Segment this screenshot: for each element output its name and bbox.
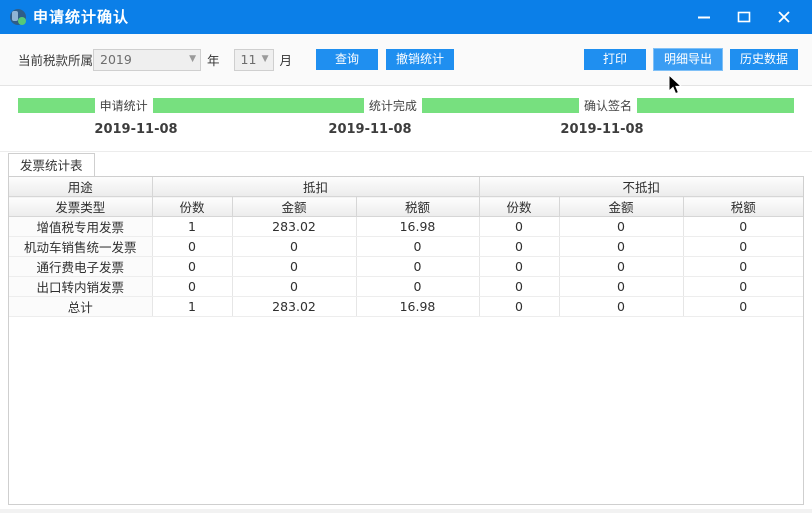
history-data-button[interactable]: 历史数据 [729, 49, 798, 70]
cell-nondeductible-tax: 0 [683, 236, 803, 257]
cell-deductible-count: 0 [152, 276, 233, 297]
table-group-header-row: 用途 抵扣 不抵扣 [9, 177, 803, 197]
toolbar: 当前税款所属 2019 ▼ 年 11 ▼ 月 查询 撤销统计 打印 明细导出 历… [0, 34, 812, 86]
step-date-3: 2019-11-08 [560, 122, 644, 137]
cell-nondeductible-count: 0 [479, 256, 560, 277]
cell-invoice-type: 总计 [9, 296, 153, 317]
cancel-statistics-button[interactable]: 撤销统计 [386, 49, 455, 70]
year-select[interactable]: 2019 ▼ [93, 48, 202, 71]
progress-bar-segment-1 [18, 98, 95, 113]
chevron-down-icon: ▼ [189, 54, 197, 64]
cell-nondeductible-amount: 0 [559, 236, 684, 257]
cell-nondeductible-tax: 0 [683, 256, 803, 277]
header-group-non-deductible: 不抵扣 [479, 177, 803, 197]
header-deductible-amount: 金额 [232, 196, 357, 217]
month-unit-label: 月 [279, 53, 293, 68]
cell-nondeductible-amount: 0 [559, 276, 684, 297]
cell-nondeductible-tax: 0 [683, 216, 803, 237]
cell-deductible-count: 1 [152, 216, 233, 237]
tab-strip: 发票统计表 [0, 152, 812, 176]
month-select-value: 11 [240, 52, 257, 67]
table-row[interactable]: 增值税专用发票 1 283.02 16.98 0 0 0 [9, 216, 803, 237]
cell-invoice-type: 机动车销售统一发票 [9, 236, 153, 257]
cell-deductible-tax: 16.98 [356, 296, 480, 317]
cell-deductible-count: 0 [152, 256, 233, 277]
progress-bar-segment-4 [636, 98, 794, 113]
toolbar-left-group: 当前税款所属 2019 ▼ 年 11 ▼ 月 查询 撤销统计 [18, 48, 462, 71]
table-row[interactable]: 通行费电子发票 0 0 0 0 0 0 [9, 256, 803, 277]
maximize-icon[interactable] [724, 0, 764, 34]
close-icon[interactable] [764, 0, 804, 34]
header-invoice-type: 发票类型 [9, 196, 153, 217]
step-label-3: 确认签名 [583, 99, 632, 113]
cell-nondeductible-amount: 0 [559, 296, 684, 317]
toolbar-right-group: 打印 明细导出 历史数据 [583, 48, 798, 71]
year-unit-label: 年 [207, 53, 220, 68]
cell-nondeductible-count: 0 [479, 236, 560, 257]
period-label: 当前税款所属 [18, 53, 94, 68]
header-deductible-count: 份数 [152, 196, 233, 217]
table-head: 用途 抵扣 不抵扣 发票类型 份数 金额 税额 份数 金额 税额 [9, 177, 803, 217]
chevron-down-icon: ▼ [261, 54, 269, 64]
progress-dates: 2019-11-08 2019-11-08 2019-11-08 [18, 122, 794, 137]
minimize-icon[interactable] [684, 0, 724, 34]
header-deductible-tax: 税额 [356, 196, 480, 217]
step-label-2: 统计完成 [368, 99, 417, 113]
progress-bar-segment-3 [421, 98, 579, 113]
cell-invoice-type: 出口转内销发票 [9, 276, 153, 297]
print-button[interactable]: 打印 [583, 49, 646, 70]
invoice-statistics-table-container: 用途 抵扣 不抵扣 发票类型 份数 金额 税额 份数 金额 税额 增值税专用发票 [8, 176, 804, 505]
cell-deductible-tax: 16.98 [356, 216, 480, 237]
cell-nondeductible-count: 0 [479, 276, 560, 297]
cell-invoice-type: 通行费电子发票 [9, 256, 153, 277]
invoice-statistics-table: 用途 抵扣 不抵扣 发票类型 份数 金额 税额 份数 金额 税额 增值税专用发票 [9, 177, 803, 477]
progress-bar-segment-2 [152, 98, 364, 113]
cell-deductible-tax: 0 [356, 276, 480, 297]
progress-bars: 申请统计 统计完成 确认签名 [18, 98, 794, 113]
table-row-total[interactable]: 总计 1 283.02 16.98 0 0 0 [9, 296, 803, 317]
cell-nondeductible-count: 0 [479, 216, 560, 237]
cell-deductible-amount: 0 [232, 236, 357, 257]
table-row[interactable]: 机动车销售统一发票 0 0 0 0 0 0 [9, 236, 803, 257]
month-select[interactable]: 11 ▼ [233, 48, 274, 71]
cell-deductible-tax: 0 [356, 256, 480, 277]
cell-nondeductible-count: 0 [479, 296, 560, 317]
cell-nondeductible-amount: 0 [559, 256, 684, 277]
cell-nondeductible-tax: 0 [683, 276, 803, 297]
window-controls [684, 0, 812, 34]
step-label-1: 申请统计 [99, 99, 148, 113]
cell-deductible-tax: 0 [356, 236, 480, 257]
app-globe-icon [10, 9, 26, 25]
status-bar [0, 509, 812, 513]
header-group-deductible: 抵扣 [152, 177, 480, 197]
table-empty-space [9, 316, 803, 477]
cell-nondeductible-amount: 0 [559, 216, 684, 237]
progress-steps: 申请统计 统计完成 确认签名 2019-11-08 2019-11-08 201… [0, 86, 812, 152]
cell-nondeductible-tax: 0 [683, 296, 803, 317]
step-date-1: 2019-11-08 [94, 122, 178, 137]
year-select-value: 2019 [100, 52, 132, 67]
cell-deductible-count: 1 [152, 296, 233, 317]
application-window: 申请统计确认 当前税款所属 2019 ▼ 年 11 ▼ 月 查询 撤销统计 打印… [0, 0, 812, 513]
cell-deductible-count: 0 [152, 236, 233, 257]
export-detail-button[interactable]: 明细导出 [652, 48, 723, 71]
step-date-2: 2019-11-08 [328, 122, 412, 137]
cell-deductible-amount: 283.02 [232, 216, 357, 237]
cell-deductible-amount: 283.02 [232, 296, 357, 317]
cell-deductible-amount: 0 [232, 276, 357, 297]
window-title: 申请统计确认 [33, 8, 130, 26]
cell-invoice-type: 增值税专用发票 [9, 216, 153, 237]
header-nondeductible-tax: 税额 [683, 196, 803, 217]
table-row[interactable]: 出口转内销发票 0 0 0 0 0 0 [9, 276, 803, 297]
table-body: 增值税专用发票 1 283.02 16.98 0 0 0 机动车销售统一发票 0… [9, 216, 803, 477]
header-usage: 用途 [9, 177, 153, 197]
tab-invoice-statistics[interactable]: 发票统计表 [8, 153, 95, 176]
query-button[interactable]: 查询 [316, 49, 379, 70]
table-column-header-row: 发票类型 份数 金额 税额 份数 金额 税额 [9, 196, 803, 217]
header-nondeductible-count: 份数 [479, 196, 560, 217]
title-bar: 申请统计确认 [0, 0, 812, 34]
header-nondeductible-amount: 金额 [559, 196, 684, 217]
cell-deductible-amount: 0 [232, 256, 357, 277]
